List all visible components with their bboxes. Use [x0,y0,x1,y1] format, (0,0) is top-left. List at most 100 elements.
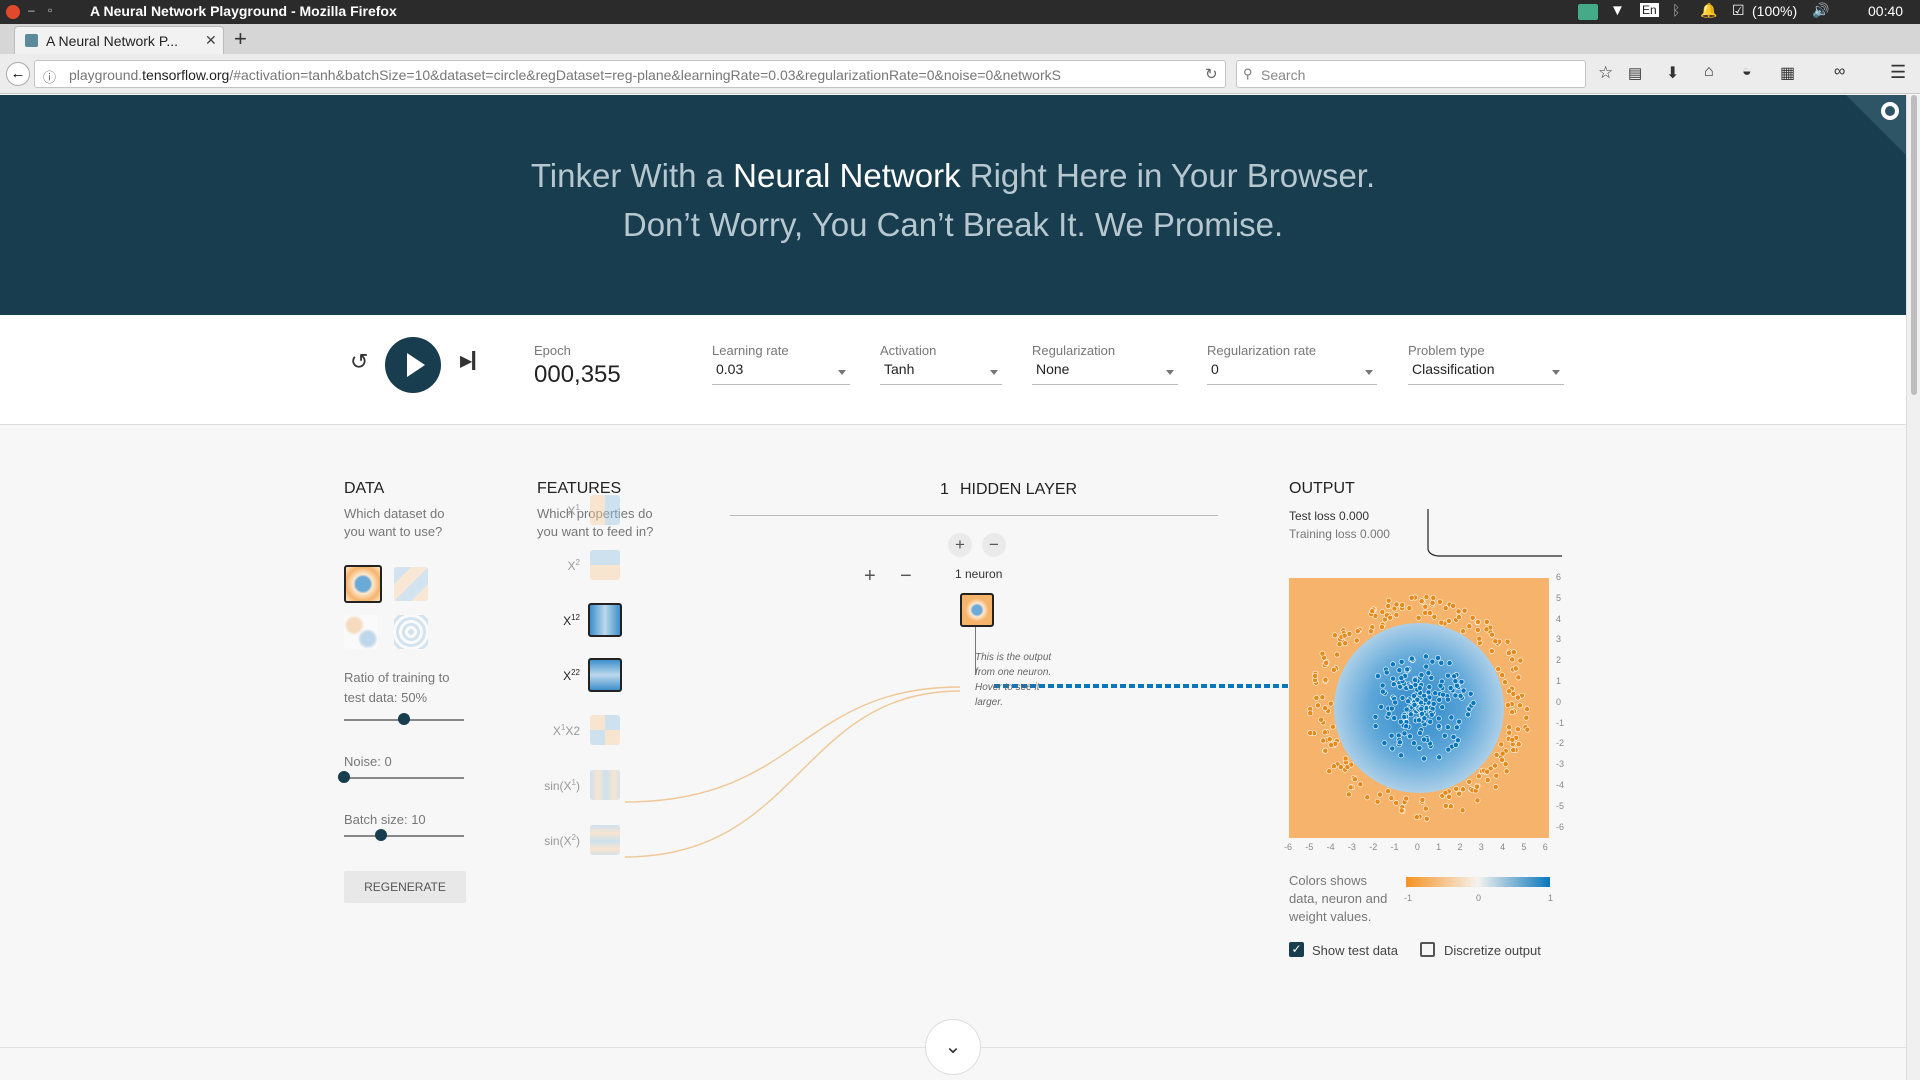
hidden-neuron[interactable] [960,593,994,627]
color-scale [1406,877,1550,887]
data-point-orange [1313,694,1320,701]
add-layer-button[interactable]: + [864,565,876,588]
dataset-spiral[interactable] [394,615,428,649]
dataset-circle[interactable] [344,565,382,603]
bookmark-star-icon[interactable]: ☆ [1598,63,1613,83]
home-icon[interactable]: ⌂ [1704,63,1714,81]
data-point-orange [1475,619,1481,625]
feature-node[interactable] [590,825,620,855]
data-point-orange [1377,791,1383,798]
data-points [1307,594,1531,822]
notification-icon[interactable]: 🔔 [1700,2,1717,19]
data-point-blue [1445,746,1452,753]
keyboard-layout[interactable]: En [1640,3,1659,17]
data-desc-1: Which dataset do [344,506,445,521]
regenerate-button[interactable]: REGENERATE [344,871,466,903]
menu-icon[interactable]: ☰ [1890,62,1906,83]
data-point-blue [1399,695,1406,701]
close-tab-icon[interactable]: ✕ [205,32,217,49]
data-point-orange [1326,768,1333,775]
remove-neuron-button[interactable]: − [982,533,1006,557]
data-point-orange [1423,815,1430,822]
data-point-blue [1465,711,1471,718]
page-scrollbar[interactable] [1906,95,1920,1080]
tab-active[interactable]: A Neural Network P... ✕ [14,26,224,54]
output-heatmap[interactable] [1289,578,1549,838]
scrollbar-thumb[interactable] [1911,95,1917,395]
container-icon[interactable]: ▦ [1780,63,1795,83]
discretize-label: Discretize output [1444,943,1541,958]
data-point-orange [1319,650,1326,657]
show-test-data-checkbox[interactable]: ✓ [1289,942,1304,957]
data-point-blue [1408,655,1415,662]
data-point-blue [1430,700,1437,707]
wifi-icon[interactable]: ▼ [1610,2,1625,19]
close-window-icon[interactable] [6,5,20,19]
activation-select[interactable]: Tanh [880,361,1002,385]
download-icon[interactable]: ⬇ [1666,63,1679,83]
x-tick-label: 0 [1414,842,1420,852]
data-point-orange [1466,623,1473,630]
ratio-slider-knob[interactable] [398,713,410,725]
data-point-blue [1385,710,1392,717]
pocket-icon[interactable]: ◒ [1742,63,1752,81]
regularization-select[interactable]: None [1032,361,1178,385]
data-point-blue [1412,677,1419,684]
noise-slider-knob[interactable] [338,771,350,783]
reload-icon[interactable]: ↻ [1205,65,1218,83]
github-corner[interactable] [1846,95,1906,155]
problem-type-select[interactable]: Classification [1408,361,1564,385]
play-button[interactable] [385,337,441,393]
bluetooth-icon[interactable]: ᛒ [1672,2,1680,18]
extension-icon[interactable]: ∞ [1834,63,1845,81]
data-point-blue [1440,691,1446,698]
url-bar[interactable]: ⓘ playground.tensorflow.org/#activation=… [34,60,1226,88]
data-point-blue [1391,715,1398,722]
back-icon[interactable]: ← [6,62,30,86]
minimize-icon[interactable]: – [28,3,35,17]
remove-layer-button[interactable]: − [900,565,912,588]
add-neuron-button[interactable]: + [948,533,972,557]
feature-node[interactable] [588,658,622,692]
volume-icon[interactable]: 🔊 [1812,2,1829,19]
info-icon[interactable]: ⓘ [43,67,56,86]
feature-label: X1X2 [552,723,580,738]
search-box[interactable]: ⚲ Search [1236,60,1586,88]
data-point-blue [1435,723,1442,730]
x-tick-label: 4 [1500,842,1506,852]
dataset-gaussian[interactable] [344,615,378,649]
batch-size-slider-knob[interactable] [375,829,388,841]
new-tab-icon[interactable]: + [234,26,247,52]
scale-mid: 0 [1476,893,1482,903]
batch-size-slider[interactable] [344,835,464,837]
regularization-rate-label: Regularization rate [1207,343,1317,358]
indicator-icon[interactable] [1578,4,1598,20]
maximize-icon[interactable]: ▫ [48,3,52,17]
dataset-xor[interactable] [394,567,428,601]
discretize-checkbox[interactable] [1420,942,1435,957]
reset-icon[interactable]: ↺ [350,349,368,375]
feature-node[interactable] [590,495,620,525]
y-tick-label: -1 [1556,717,1565,728]
data-point-orange [1307,710,1314,717]
reading-list-icon[interactable]: ▤ [1628,64,1642,82]
battery-icon[interactable]: ☑ [1732,2,1745,19]
feature-label: sin(X2) [544,833,580,848]
data-point-blue [1435,715,1442,722]
data-point-orange [1498,741,1505,748]
step-icon[interactable]: ▶▎ [460,351,485,371]
scroll-down-button[interactable]: ⌄ [925,1019,981,1075]
noise-slider[interactable] [344,777,464,779]
x-tick-label: -5 [1305,842,1314,852]
learning-rate-select[interactable]: 0.03 [712,361,850,385]
feature-node[interactable] [590,715,620,745]
regularization-rate-select[interactable]: 0 [1207,361,1377,385]
feature-node[interactable] [588,603,622,637]
feature-node[interactable] [590,550,620,580]
data-point-orange [1429,600,1436,606]
data-point-blue [1388,705,1395,712]
feature-node[interactable] [590,770,620,800]
page-content: Tinker With a Neural Network Right Here … [0,95,1906,1080]
y-tick-label: -2 [1556,738,1565,749]
data-point-orange [1331,763,1337,770]
